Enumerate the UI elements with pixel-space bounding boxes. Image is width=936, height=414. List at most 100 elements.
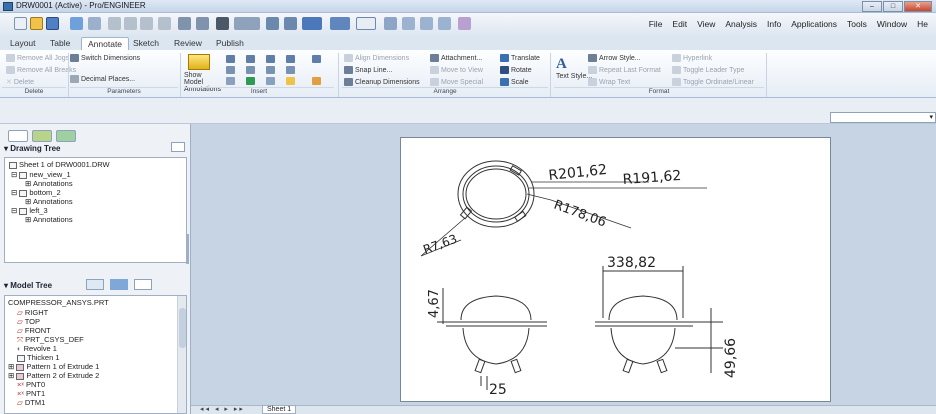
settings-icon[interactable] (110, 279, 128, 290)
tree-node-pattern[interactable]: ⊞ Pattern 1 of Extrude 1 (8, 362, 99, 371)
scrollbar-thumb[interactable] (179, 308, 186, 348)
tree-node-point[interactable]: ×ˣ PNT1 (17, 389, 45, 398)
remove-all-jogs-button[interactable]: Remove All Jogs (6, 54, 69, 62)
balloon-icon[interactable] (286, 77, 295, 85)
filter-dropdown[interactable]: ▾ (830, 112, 936, 123)
move-special-button[interactable]: Move Special (430, 78, 483, 86)
point-display-icon[interactable] (438, 17, 451, 30)
save-icon[interactable] (46, 17, 59, 30)
repaint-icon[interactable] (234, 17, 260, 30)
tree-node-annotations[interactable]: ⊞ Annotations (25, 179, 73, 188)
undo-icon[interactable] (70, 17, 83, 30)
close-button[interactable]: ✕ (904, 1, 932, 12)
redo-icon[interactable] (88, 17, 101, 30)
menu-tools[interactable]: Tools (847, 19, 867, 29)
tree-node-datum[interactable]: ▱ DTM1 (17, 398, 45, 407)
tree-node-datum[interactable]: ▱ RIGHT (17, 308, 48, 317)
radius-dimension[interactable]: R7,63 (421, 232, 459, 257)
menu-info[interactable]: Info (767, 19, 781, 29)
geometric-tolerance-icon[interactable] (312, 55, 321, 63)
help-icon[interactable] (458, 17, 471, 30)
move-to-view-button[interactable]: Move to View (430, 66, 483, 74)
tree-node-view[interactable]: ⊟ new_view_1 (11, 170, 71, 179)
tree-node-annotations[interactable]: ⊞ Annotations (25, 197, 73, 206)
format-painter-icon[interactable] (312, 77, 321, 85)
datum-display-icon[interactable] (402, 17, 415, 30)
tree-node-sheet[interactable]: Sheet 1 of DRW0001.DRW (9, 160, 110, 169)
tree-node-view[interactable]: ⊟ bottom_2 (11, 188, 61, 197)
sheet-navigation[interactable]: ◂◂ ◂ ▸ ▸▸ (200, 405, 245, 413)
model-tree-scrollbar[interactable] (177, 296, 186, 413)
tree-node-point[interactable]: ×ˣ PNT0 (17, 380, 45, 389)
top-view[interactable] (457, 160, 535, 228)
dimension-icon[interactable] (226, 55, 235, 63)
linear-dimension[interactable]: 338,82 (607, 255, 656, 271)
cosmetic-sketch-icon[interactable] (286, 66, 295, 74)
remove-all-breaks-button[interactable]: Remove All Breaks (6, 66, 76, 74)
decimal-places-button[interactable]: Decimal Places... (70, 75, 135, 83)
toggle-leader-type-button[interactable]: Toggle Leader Type (672, 66, 744, 74)
tab-review[interactable]: Review (168, 37, 208, 50)
datum-target-icon[interactable] (246, 77, 255, 85)
minimize-button[interactable]: – (862, 1, 882, 12)
menu-window[interactable]: Window (877, 19, 907, 29)
tree-node-feature[interactable]: Thicken 1 (17, 353, 60, 362)
model-tree-tab-icon[interactable] (8, 130, 28, 142)
tab-annotate[interactable]: Annotate (81, 37, 130, 50)
show-options-icon[interactable] (86, 279, 104, 290)
radius-dimension[interactable]: R201,62 (548, 162, 608, 184)
regenerate-icon[interactable] (178, 17, 191, 30)
refit-icon[interactable] (302, 17, 322, 30)
windows-icon[interactable] (196, 17, 209, 30)
drawing-tree-header[interactable]: ▾ Drawing Tree (4, 142, 187, 156)
text-style-button[interactable]: Text Style... (556, 73, 592, 80)
model-tree-header[interactable]: ▾ Model Tree (4, 279, 187, 293)
axis-display-icon[interactable] (420, 17, 433, 30)
symbol-icon[interactable] (246, 66, 255, 74)
datum-feature-icon[interactable] (266, 66, 275, 74)
maximize-button[interactable]: □ (883, 1, 903, 12)
scale-button[interactable]: Scale (500, 78, 529, 86)
folder-browser-tab-icon[interactable] (32, 130, 52, 142)
menu-analysis[interactable]: Analysis (725, 19, 757, 29)
menu-applications[interactable]: Applications (791, 19, 837, 29)
surface-finish-icon[interactable] (226, 66, 235, 74)
tree-node-pattern[interactable]: ⊞ Pattern 2 of Extrude 2 (8, 371, 99, 380)
side-view[interactable] (595, 266, 723, 374)
tree-node-annotations[interactable]: ⊞ Annotations (25, 215, 73, 224)
wrap-text-button[interactable]: Wrap Text (588, 78, 630, 86)
radius-dimension[interactable]: R178,06 (552, 198, 608, 231)
sheet-tab[interactable]: Sheet 1 (262, 405, 297, 414)
menu-view[interactable]: View (697, 19, 715, 29)
new-file-icon[interactable] (14, 17, 27, 30)
tab-table[interactable]: Table (44, 37, 76, 50)
radius-dimension[interactable]: R191,62 (622, 168, 682, 188)
linear-dimension[interactable]: 25 (489, 382, 507, 398)
zoom-in-icon[interactable] (266, 17, 279, 30)
reference-dimension-icon[interactable] (266, 55, 275, 63)
hyperlink-button[interactable]: Hyperlink (672, 54, 712, 62)
find-icon[interactable] (216, 17, 229, 30)
tree-node-datum[interactable]: ▱ TOP (17, 317, 40, 326)
tree-options-icon[interactable] (171, 142, 185, 152)
panel-splitter[interactable] (186, 234, 189, 264)
attachment-button[interactable]: Attachment... (430, 54, 482, 62)
cleanup-dimensions-button[interactable]: Cleanup Dimensions (344, 78, 420, 86)
app-icon[interactable] (3, 2, 13, 11)
delete-icon[interactable] (158, 17, 171, 30)
linear-dimension[interactable]: 4,67 (427, 289, 442, 318)
axis-of-rotation-icon[interactable] (226, 77, 235, 85)
display-style-icon[interactable] (330, 17, 350, 30)
sketch-icon[interactable] (384, 17, 397, 30)
align-dimensions-button[interactable]: Align Dimensions (344, 54, 409, 62)
tree-columns-icon[interactable] (134, 279, 152, 290)
linear-dimension[interactable]: 49,66 (723, 338, 739, 378)
repeat-last-format-button[interactable]: Repeat Last Format (588, 66, 661, 74)
switch-dimensions-button[interactable]: Switch Dimensions (70, 54, 140, 62)
tree-node-datum[interactable]: ▱ FRONT (17, 326, 51, 335)
view-manager-icon[interactable] (356, 17, 376, 30)
table-icon[interactable] (266, 77, 275, 85)
drawing-sheet[interactable]: R201,62 R191,62 R178,06 R7,63 4,67 25 33… (400, 137, 831, 402)
arrow-style-button[interactable]: Arrow Style... (588, 54, 641, 62)
ordinate-dimension-icon[interactable] (246, 55, 255, 63)
